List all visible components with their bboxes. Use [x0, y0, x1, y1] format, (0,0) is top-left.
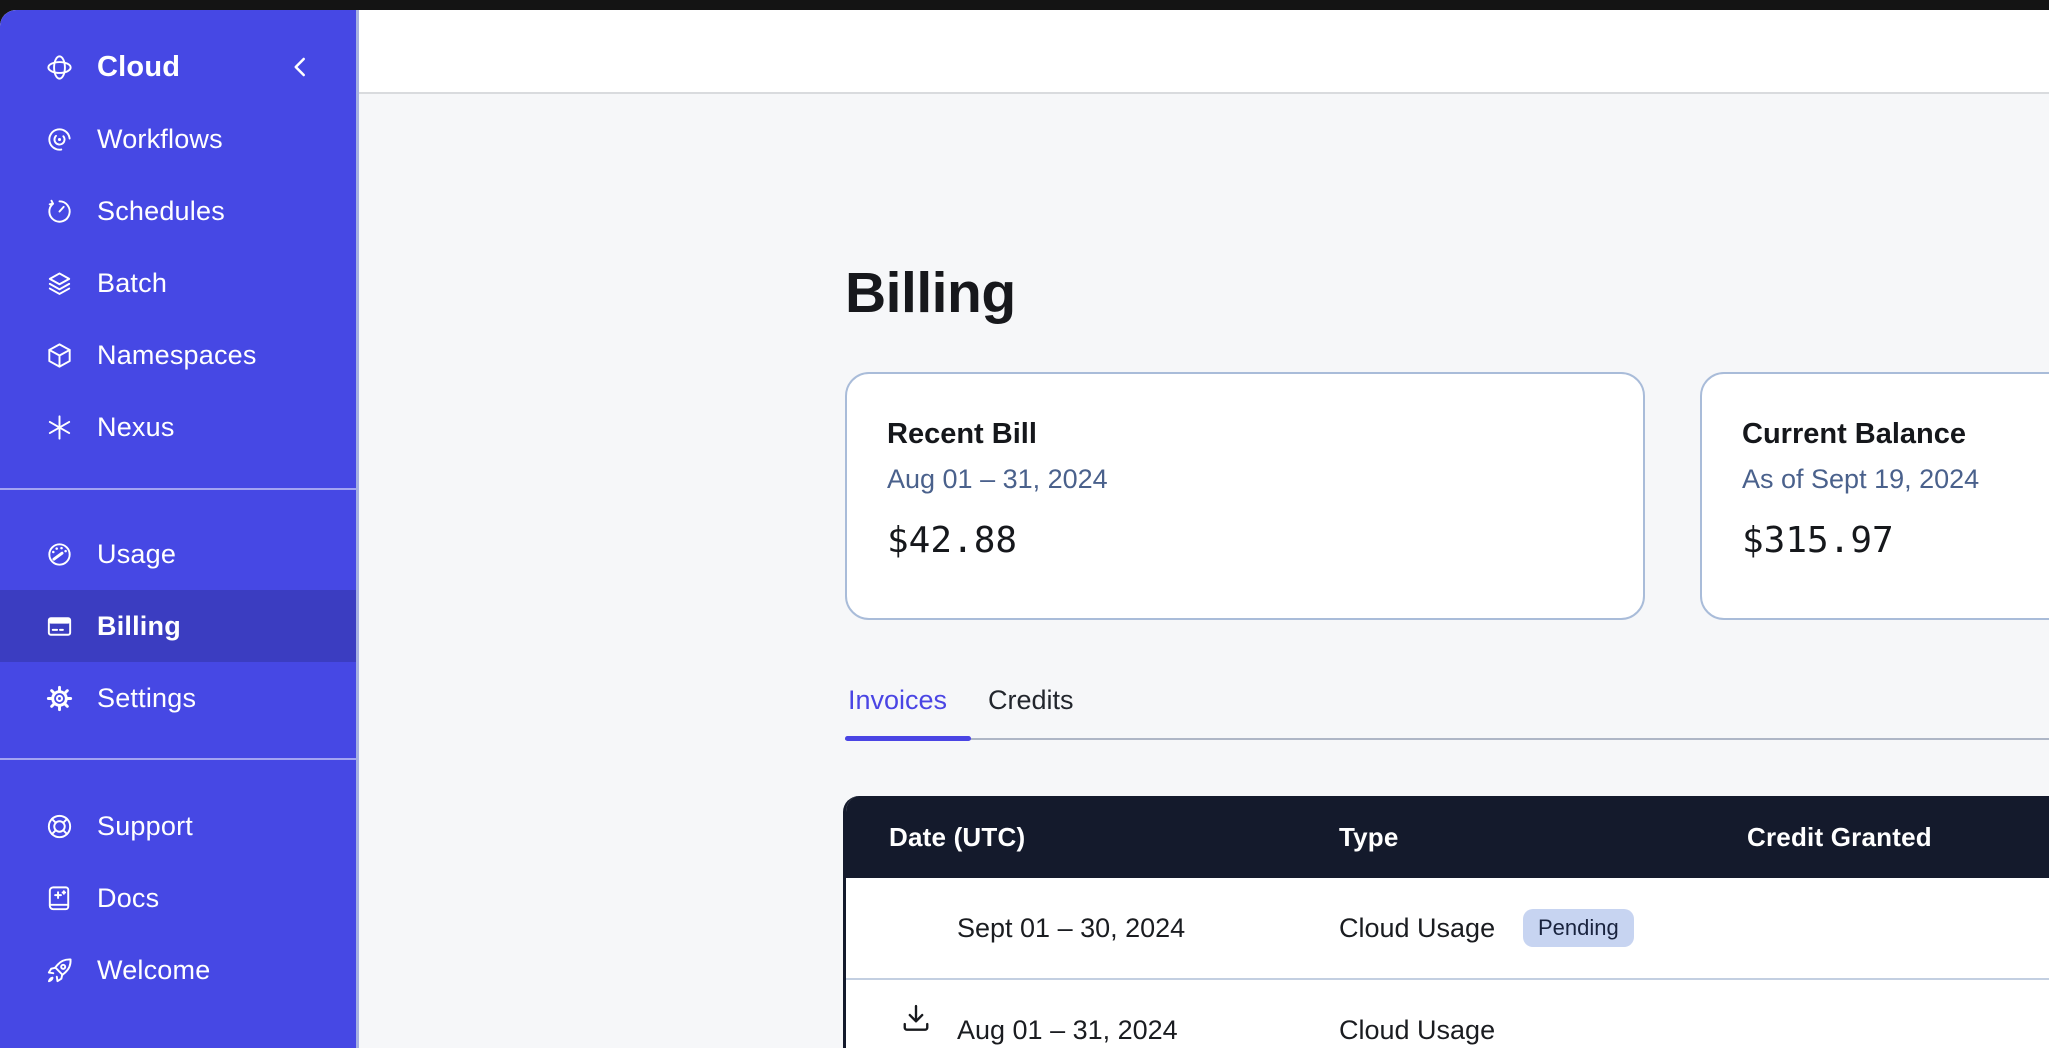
tab-invoices[interactable]: Invoices: [848, 685, 947, 716]
nexus-icon: [44, 412, 75, 443]
settings-icon: [44, 683, 75, 714]
sidebar-item-schedules[interactable]: Schedules: [0, 175, 356, 247]
tab-underline-track: [845, 738, 2049, 740]
chevron-left-icon[interactable]: [283, 50, 317, 84]
table-row: Sept 01 – 30, 2024 Cloud Usage Pending: [846, 878, 2049, 978]
invoice-type: Cloud Usage: [1339, 980, 1495, 1048]
sidebar-item-workflows[interactable]: Workflows: [0, 103, 356, 175]
sidebar-item-billing[interactable]: Billing: [0, 590, 356, 662]
temporal-logo-icon: [44, 52, 75, 83]
invoice-date: Sept 01 – 30, 2024: [957, 878, 1185, 978]
sidebar-item-nexus[interactable]: Nexus: [0, 391, 356, 463]
sidebar-divider: [0, 758, 356, 760]
welcome-icon: [44, 955, 75, 986]
status-badge: Pending: [1523, 909, 1634, 947]
current-balance-as-of: As of Sept 19, 2024: [1742, 464, 2049, 495]
support-icon: [44, 811, 75, 842]
namespaces-icon: [44, 340, 75, 371]
download-invoice-icon[interactable]: [898, 1001, 934, 1037]
sidebar-item-usage[interactable]: Usage: [0, 518, 356, 590]
sidebar-item-support[interactable]: Support: [0, 790, 356, 862]
usage-icon: [44, 539, 75, 570]
tab-active-indicator: [845, 736, 971, 741]
invoice-date: Aug 01 – 31, 2024: [957, 980, 1178, 1048]
recent-bill-title: Recent Bill: [887, 418, 1643, 451]
sidebar-item-welcome[interactable]: Welcome: [0, 934, 356, 1006]
docs-icon: [44, 883, 75, 914]
current-balance-card: Current Balance As of Sept 19, 2024 $315…: [1700, 372, 2049, 620]
column-header-date: Date (UTC): [889, 796, 1025, 878]
column-header-credit-granted: Credit Granted: [1747, 796, 1932, 878]
app-window: Cloud Workflows Schedules Batch: [0, 10, 2049, 1048]
sidebar-item-batch[interactable]: Batch: [0, 247, 356, 319]
sidebar-item-namespaces[interactable]: Namespaces: [0, 319, 356, 391]
recent-bill-period: Aug 01 – 31, 2024: [887, 464, 1643, 495]
sidebar-divider: [0, 488, 356, 490]
workflows-icon: [44, 124, 75, 155]
sidebar-brand-label: Cloud: [97, 51, 180, 84]
tab-credits[interactable]: Credits: [988, 685, 1074, 716]
sidebar-brand-cloud[interactable]: Cloud: [0, 31, 356, 103]
recent-bill-amount: $42.88: [887, 520, 1643, 561]
invoices-table: Date (UTC) Type Credit Granted Sept 01 –…: [843, 796, 2049, 1048]
current-balance-title: Current Balance: [1742, 418, 2049, 451]
sidebar-item-docs[interactable]: Docs: [0, 862, 356, 934]
recent-bill-card: Recent Bill Aug 01 – 31, 2024 $42.88: [845, 372, 1645, 620]
table-row: Aug 01 – 31, 2024 Cloud Usage: [846, 980, 2049, 1048]
page-title: Billing: [845, 260, 1016, 326]
column-header-type: Type: [1339, 796, 1399, 878]
sidebar-item-settings[interactable]: Settings: [0, 662, 356, 734]
current-balance-amount: $315.97: [1742, 520, 2049, 561]
sidebar: Cloud Workflows Schedules Batch: [0, 10, 359, 1048]
top-header-bar: [359, 10, 2049, 94]
invoices-table-header: Date (UTC) Type Credit Granted: [846, 796, 2049, 878]
billing-icon: [44, 611, 75, 642]
batch-icon: [44, 268, 75, 299]
invoice-type: Cloud Usage: [1339, 878, 1495, 978]
schedules-icon: [44, 196, 75, 227]
